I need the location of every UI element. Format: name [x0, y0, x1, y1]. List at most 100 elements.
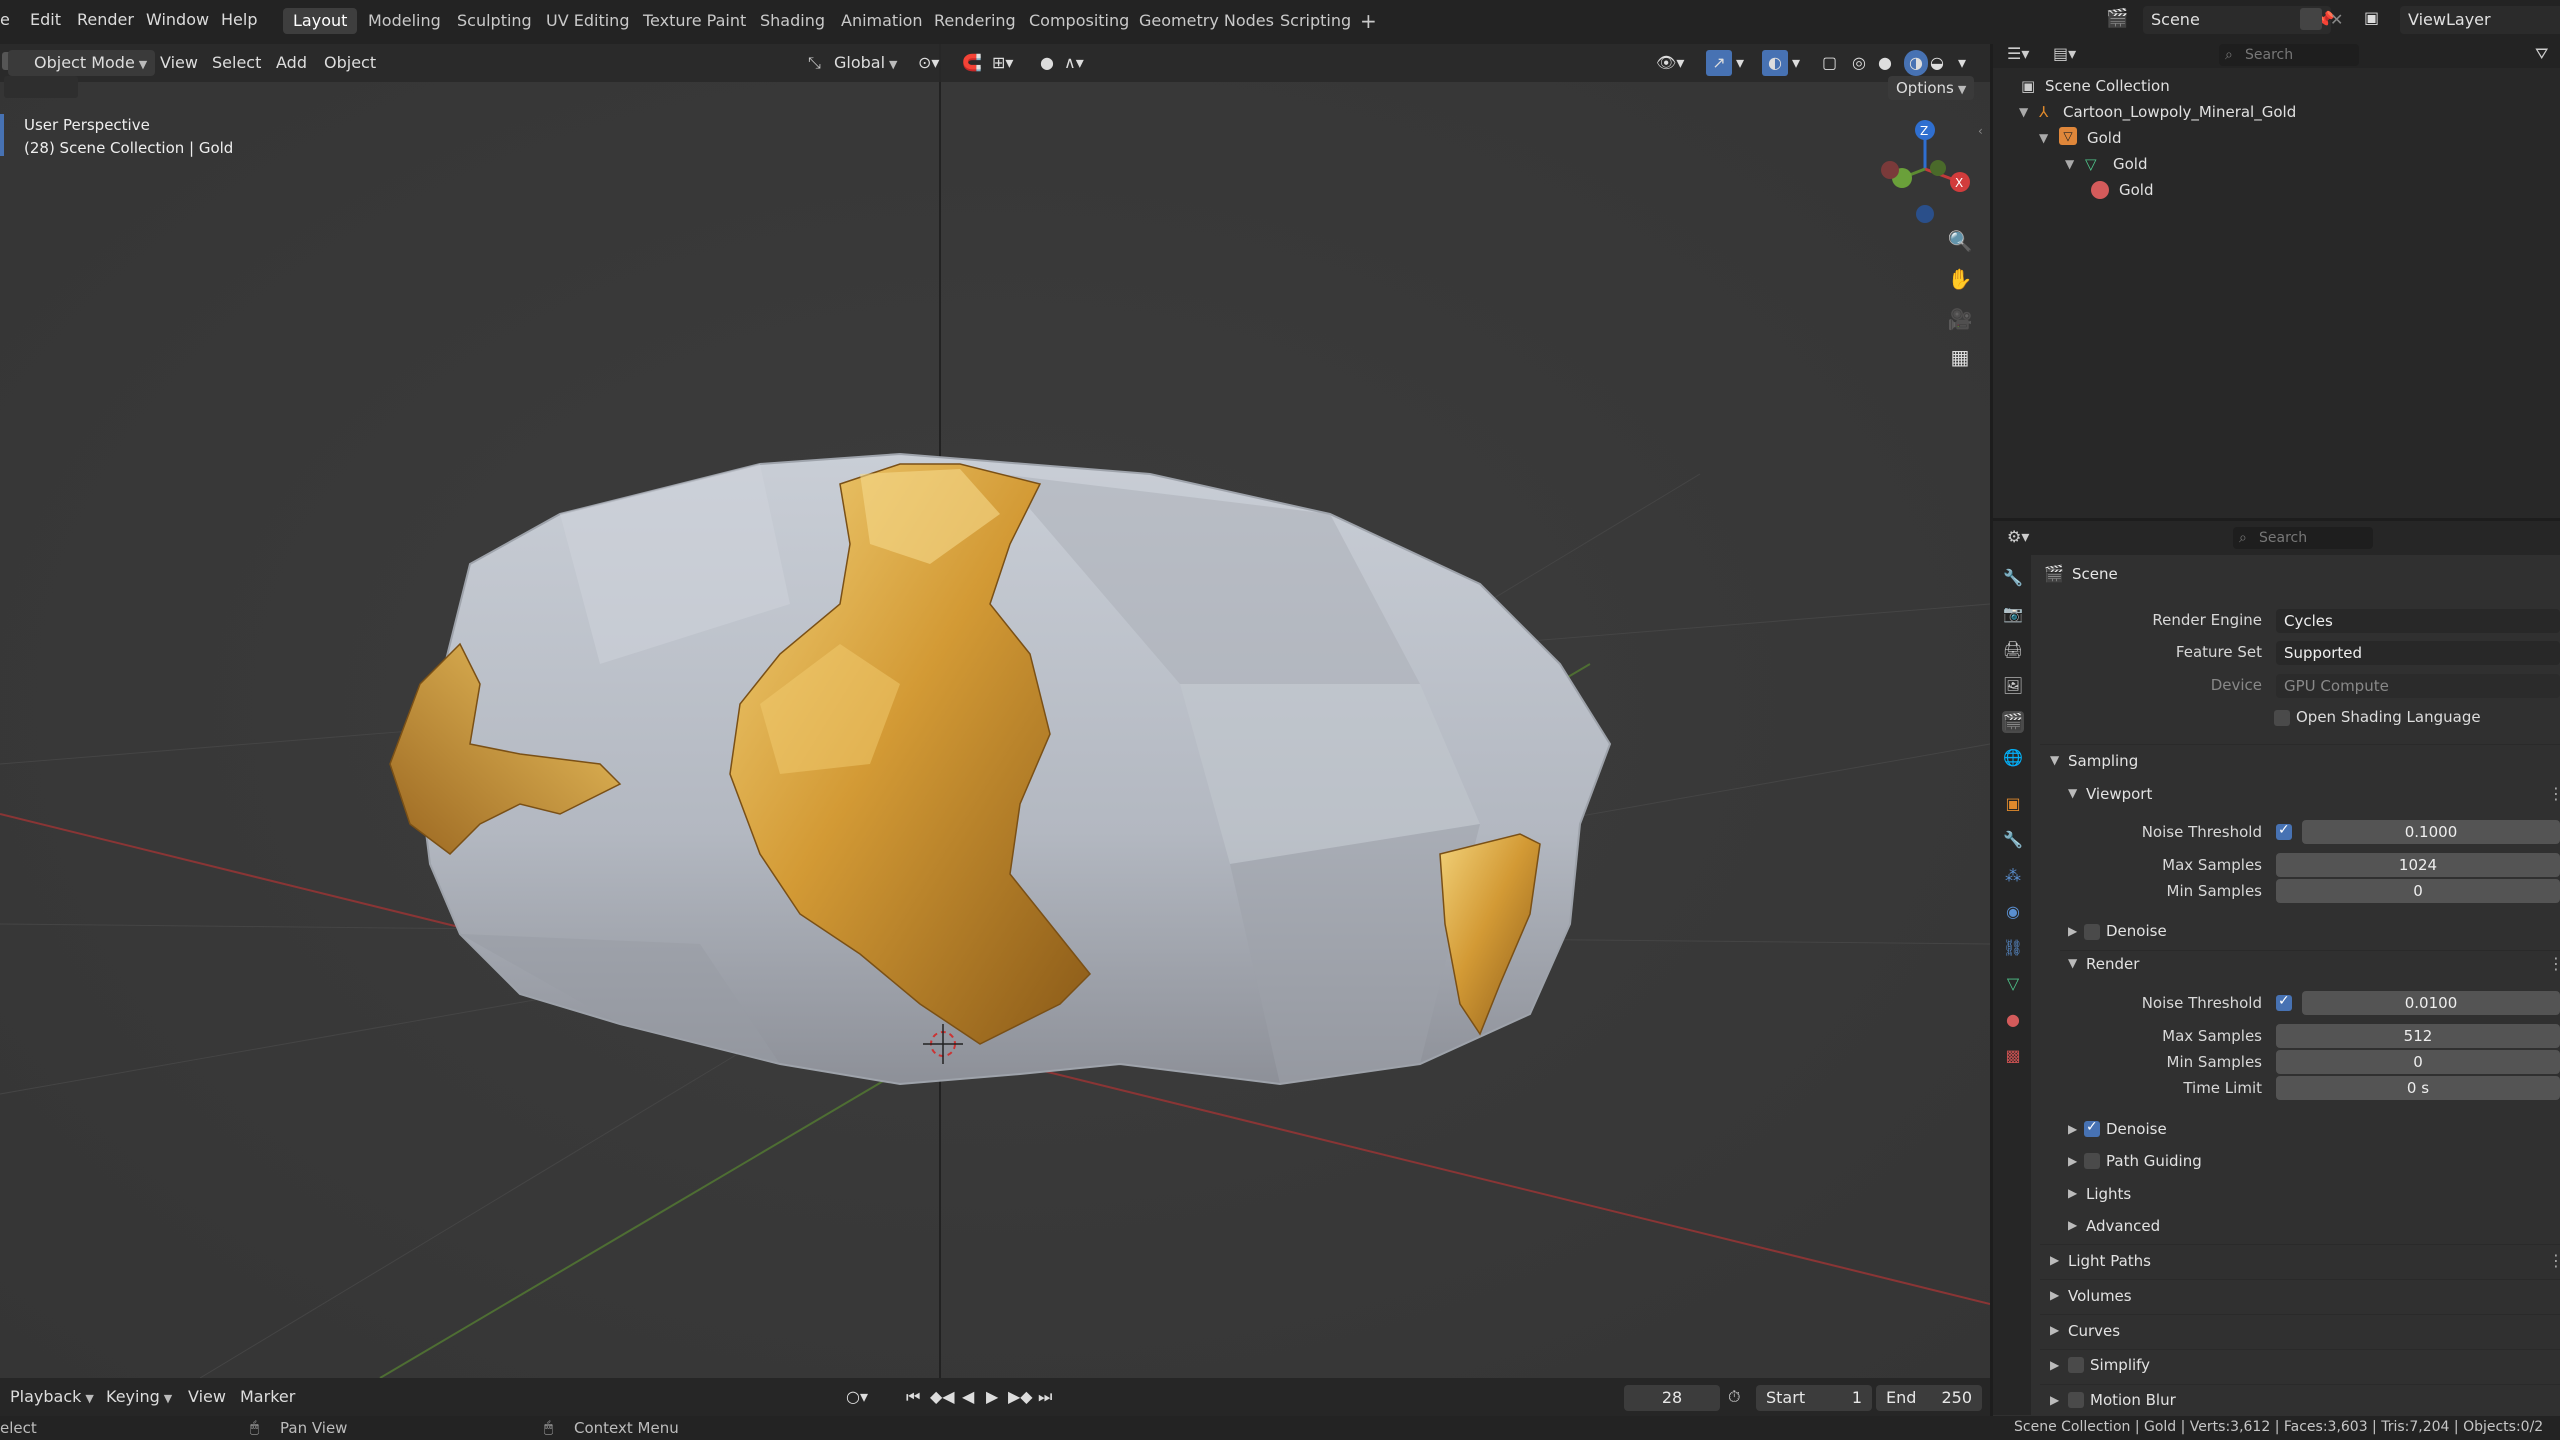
tab-geometry-nodes[interactable]: Geometry Nodes	[1129, 8, 1284, 34]
menu-window[interactable]: Window	[146, 10, 209, 29]
orientation-dropdown[interactable]: Global ▼	[834, 50, 898, 76]
snap-icon[interactable]: 🧲	[962, 50, 982, 76]
constraints-tab-icon[interactable]: ⛓	[2002, 937, 2024, 959]
properties-editor-type-icon[interactable]: ⚙▾	[2007, 527, 2029, 546]
autokey-record-icon[interactable]: ○▾	[846, 1387, 868, 1406]
render-engine-dropdown[interactable]: Cycles	[2276, 609, 2560, 633]
expand-chevron-icon[interactable]: ▼	[2039, 125, 2048, 151]
properties-search-input[interactable]: ⌕ Search	[2233, 527, 2373, 549]
material-preview-icon[interactable]: ◑	[1904, 50, 1928, 76]
view-layer-selector[interactable]: ViewLayer	[2400, 6, 2560, 34]
vp-noise-threshold-checkbox[interactable]	[2276, 822, 2292, 840]
camera-view-icon[interactable]: 🎥	[1943, 302, 1977, 336]
prev-keyframe-icon[interactable]: ◆◀	[930, 1387, 955, 1406]
path-guiding-checkbox[interactable]	[2084, 1153, 2100, 1169]
advanced-chevron-icon[interactable]: ▶	[2068, 1218, 2077, 1232]
zoom-icon[interactable]: 🔍	[1943, 224, 1977, 258]
vp-denoise-label[interactable]: Denoise	[2106, 922, 2167, 940]
texture-tab-icon[interactable]: ▩	[2002, 1045, 2024, 1067]
tab-texture-paint[interactable]: Texture Paint	[633, 8, 756, 34]
outliner-row-gold-object[interactable]: ▼ ▽ Gold	[1993, 125, 2560, 151]
tool-tab-icon[interactable]: 🔧	[2002, 567, 2024, 589]
playback-menu[interactable]: Playback ▼	[10, 1387, 94, 1406]
start-frame-field[interactable]: Start 1	[1756, 1385, 1872, 1411]
menu-object[interactable]: Object	[324, 50, 376, 76]
viewport-chevron-icon[interactable]: ▼	[2068, 786, 2077, 800]
falloff-icon[interactable]: ∧▾	[1064, 50, 1084, 76]
drag-handle-icon[interactable]: ⋮	[2548, 954, 2560, 973]
tab-animation[interactable]: Animation	[831, 8, 933, 34]
tab-sculpting[interactable]: Sculpting	[447, 8, 542, 34]
3d-viewport[interactable]: User Perspective (28) Scene Collection |…	[0, 44, 1990, 1378]
visibility-icon[interactable]: 👁▾	[1656, 50, 1684, 76]
marker-menu[interactable]: Marker	[240, 1387, 295, 1406]
xray-icon[interactable]: ▢	[1822, 50, 1837, 76]
next-keyframe-icon[interactable]: ▶◆	[1008, 1387, 1033, 1406]
viewport-subsection-header[interactable]: Viewport	[2086, 785, 2152, 803]
expand-chevron-icon[interactable]: ▼	[2065, 151, 2074, 177]
collapse-sidebar-icon[interactable]: ‹	[1978, 124, 1983, 138]
r-denoise-checkbox[interactable]	[2084, 1119, 2100, 1137]
stopwatch-icon[interactable]: ⏱	[1728, 1387, 1740, 1407]
selection-mode-buttons[interactable]	[4, 76, 78, 98]
drag-handle-icon[interactable]: ⋮	[2548, 1251, 2560, 1270]
menu-add[interactable]: Add	[276, 50, 307, 76]
filter-icon[interactable]: ⛛	[2535, 44, 2548, 64]
menu-help[interactable]: Help	[221, 10, 257, 29]
timeline-view-menu[interactable]: View	[188, 1387, 226, 1406]
tab-modeling[interactable]: Modeling	[358, 8, 451, 34]
path-guiding-chevron-icon[interactable]: ▶	[2068, 1154, 2077, 1168]
play-icon[interactable]: ▶	[986, 1387, 998, 1406]
drag-handle-icon[interactable]: ⋮	[2548, 784, 2560, 803]
menu-edit[interactable]: Edit	[30, 10, 61, 29]
r-time-limit-field[interactable]: 0 s	[2276, 1076, 2560, 1100]
motion-blur-section-header[interactable]: Motion Blur	[2090, 1391, 2176, 1409]
menu-file[interactable]: e	[0, 10, 10, 29]
vp-min-samples-field[interactable]: 0	[2276, 879, 2560, 903]
view-layer-icon[interactable]: ▣	[2364, 8, 2379, 27]
device-dropdown[interactable]: GPU Compute	[2276, 674, 2560, 698]
menu-select[interactable]: Select	[212, 50, 261, 76]
feature-set-dropdown[interactable]: Supported	[2276, 641, 2560, 665]
outliner-row-scene-collection[interactable]: ▣ Scene Collection	[1993, 73, 2560, 99]
view-layer-tab-icon[interactable]: 🖼	[2002, 675, 2024, 697]
delete-scene-icon[interactable]: ✕	[2330, 10, 2343, 29]
vp-noise-threshold-field[interactable]: 0.1000	[2302, 820, 2560, 844]
pivot-point-icon[interactable]: ⊙▾	[918, 50, 939, 76]
volumes-section-header[interactable]: Volumes	[2068, 1287, 2132, 1305]
snap-target-icon[interactable]: ⊞▾	[992, 50, 1013, 76]
wireframe-shading-icon[interactable]: ◎	[1852, 50, 1866, 76]
r-denoise-label[interactable]: Denoise	[2106, 1120, 2167, 1138]
render-tab-icon[interactable]: 📷	[2002, 603, 2024, 625]
simplify-checkbox[interactable]	[2068, 1357, 2084, 1373]
material-tab-icon[interactable]: ●	[2002, 1009, 2024, 1031]
volumes-chevron-icon[interactable]: ▶	[2050, 1288, 2059, 1302]
r-min-samples-field[interactable]: 0	[2276, 1050, 2560, 1074]
light-paths-section-header[interactable]: Light Paths	[2068, 1252, 2151, 1270]
keying-menu[interactable]: Keying ▼	[106, 1387, 172, 1406]
particles-tab-icon[interactable]: ⁂	[2002, 865, 2024, 887]
lights-subsection-header[interactable]: Lights	[2086, 1185, 2131, 1203]
r-noise-threshold-checkbox[interactable]	[2276, 993, 2292, 1011]
osl-checkbox[interactable]	[2274, 710, 2290, 726]
menu-render[interactable]: Render	[77, 10, 134, 29]
render-chevron-icon[interactable]: ▼	[2068, 956, 2077, 970]
pan-hand-icon[interactable]: ✋	[1943, 262, 1977, 296]
end-frame-field[interactable]: End 250	[1876, 1385, 1982, 1411]
tab-rendering[interactable]: Rendering	[924, 8, 1026, 34]
overlay-toggle-icon[interactable]: ◐	[1762, 50, 1788, 76]
display-mode-icon[interactable]: ▤▾	[2053, 44, 2076, 63]
physics-tab-icon[interactable]: ◉	[2002, 901, 2024, 923]
orthographic-grid-icon[interactable]: ▦	[1943, 340, 1977, 374]
advanced-subsection-header[interactable]: Advanced	[2086, 1217, 2160, 1235]
tab-uv-editing[interactable]: UV Editing	[536, 8, 639, 34]
data-tab-icon[interactable]: ▽	[2002, 973, 2024, 995]
options-dropdown[interactable]: Options ▼	[1888, 76, 1975, 100]
menu-view[interactable]: View	[160, 50, 198, 76]
lights-chevron-icon[interactable]: ▶	[2068, 1186, 2077, 1200]
simplify-section-header[interactable]: Simplify	[2090, 1356, 2150, 1374]
outliner-search-input[interactable]: ⌕ Search	[2219, 44, 2359, 66]
tab-shading[interactable]: Shading	[750, 8, 835, 34]
motion-blur-chevron-icon[interactable]: ▶	[2050, 1393, 2059, 1407]
new-scene-icon[interactable]	[2300, 8, 2322, 30]
